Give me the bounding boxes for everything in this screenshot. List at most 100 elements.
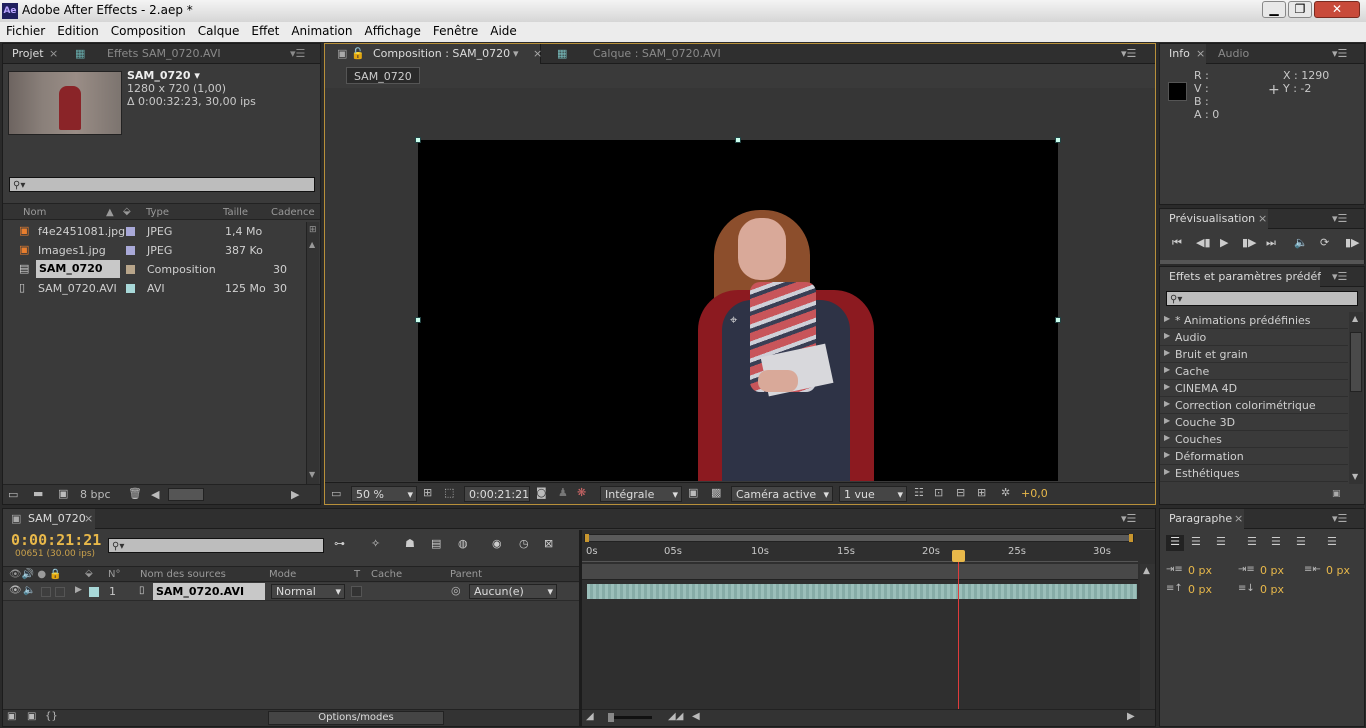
layer-name[interactable]: SAM_0720.AVI [153, 583, 265, 600]
transform-handle[interactable] [1055, 317, 1061, 323]
work-area-start[interactable] [585, 534, 589, 542]
new-comp-icon[interactable]: ▣ [58, 487, 68, 500]
visibility-icon[interactable]: 👁 [9, 585, 22, 596]
tab-timeline-comp[interactable]: SAM_0720 [28, 512, 86, 525]
col-taille[interactable]: Taille [223, 207, 248, 218]
frame-blending-icon[interactable]: ▤ [431, 537, 441, 550]
layer-switches-icon[interactable]: ▣ [7, 711, 16, 722]
scroll-right-icon[interactable]: ▶ [291, 488, 299, 501]
justify-center-icon[interactable]: ☰ [1271, 535, 1281, 548]
close-tab-icon[interactable]: × [533, 47, 542, 60]
lock-switch[interactable] [55, 587, 65, 597]
work-area-end[interactable] [1129, 534, 1133, 542]
project-search-input[interactable]: ⚲▾ [9, 177, 315, 192]
justify-right-icon[interactable]: ☰ [1296, 535, 1306, 548]
solo-switch[interactable] [41, 587, 51, 597]
snapshot-icon[interactable]: ◙ [536, 486, 547, 499]
col-source[interactable]: Nom des sources [140, 569, 226, 580]
tab-projet[interactable]: Projet [12, 47, 44, 60]
work-area-bar[interactable] [584, 534, 1134, 542]
list-item[interactable]: ▤ SAM_0720 Composition 30 [3, 260, 305, 279]
tab-calque[interactable]: Calque : SAM_0720.AVI [593, 47, 721, 60]
effects-scrollbar[interactable]: ▲ ▼ [1349, 312, 1363, 484]
close-tab-icon[interactable]: × [1234, 512, 1243, 525]
zoom-slider-thumb[interactable] [608, 713, 614, 722]
space-after-value[interactable]: 0 px [1260, 583, 1284, 596]
first-frame-icon[interactable]: ⏮ [1172, 236, 1182, 250]
audio-icon[interactable]: 🔈 [1294, 236, 1308, 249]
views-select[interactable]: 1 vue ▾ [839, 486, 907, 502]
scroll-down-icon[interactable]: ▼ [1352, 472, 1358, 481]
transfer-controls-icon[interactable]: ▣ [27, 711, 36, 722]
expand-icon[interactable]: ▶ [75, 585, 82, 595]
brainstorm-icon[interactable]: ◉ [492, 537, 502, 550]
channel-icon[interactable]: ❋ [577, 486, 586, 499]
fast-preview-icon[interactable]: ⊡ [934, 486, 943, 499]
panel-menu-icon[interactable]: ▾☰ [1121, 47, 1136, 60]
in-out-icon[interactable]: {} [45, 711, 58, 722]
graph-editor-icon[interactable]: ⊠ [544, 537, 553, 550]
close-tab-icon[interactable]: × [1196, 47, 1205, 60]
h-scroll-thumb[interactable] [168, 488, 204, 501]
transform-handle[interactable] [415, 137, 421, 143]
scroll-up-icon[interactable]: ▲ [1352, 314, 1358, 323]
tab-paragraphe[interactable]: Paragraphe [1169, 512, 1232, 525]
audio-icon[interactable]: 🔈 [23, 585, 35, 596]
layer-duration-bar[interactable] [587, 584, 1137, 599]
menu-animation[interactable]: Animation [285, 22, 358, 38]
new-preset-icon[interactable]: ▣ [1332, 489, 1341, 499]
transform-handle[interactable] [415, 317, 421, 323]
indent-first-value[interactable]: 0 px [1260, 564, 1284, 577]
project-scrollbar[interactable]: ⊞ ▲ ▼ [306, 222, 319, 484]
toggle-mask-icon[interactable]: ⬚ [444, 486, 454, 499]
list-item[interactable]: ▶ Couches [1160, 431, 1348, 448]
pick-whip-icon[interactable]: ◎ [451, 584, 461, 597]
exposure-value[interactable]: +0,0 [1021, 487, 1048, 500]
align-right-icon[interactable]: ☰ [1216, 535, 1226, 548]
loop-icon[interactable]: ⟳ [1320, 236, 1329, 249]
comp-dropdown-icon[interactable]: ▾ [513, 47, 519, 60]
panel-menu-icon[interactable]: ▾☰ [1332, 270, 1347, 283]
transform-handle[interactable] [1055, 137, 1061, 143]
space-before-value[interactable]: 0 px [1188, 583, 1212, 596]
current-time-display[interactable]: 0:00:21:21 [464, 486, 530, 502]
options-modes-toggle[interactable]: Options/modes [268, 711, 444, 725]
col-type[interactable]: Type [146, 207, 169, 218]
zoom-slider[interactable] [608, 716, 652, 719]
list-item[interactable]: ▶ Correction colorimétrique [1160, 397, 1348, 414]
current-time-indicator[interactable] [952, 550, 965, 726]
list-item[interactable]: ▶ Couche 3D [1160, 414, 1348, 431]
menu-affichage[interactable]: Affichage [359, 22, 427, 38]
menu-edition[interactable]: Edition [51, 22, 105, 38]
effects-search-input[interactable]: ⚲▾ [1166, 291, 1358, 306]
list-item[interactable]: ▶ Cache [1160, 363, 1348, 380]
list-item[interactable]: ▶ * Animations prédéfinies [1160, 312, 1348, 329]
bpc-label[interactable]: 8 bpc [80, 488, 111, 501]
panel-menu-icon[interactable]: ▾☰ [1121, 512, 1136, 525]
justify-left-icon[interactable]: ☰ [1247, 535, 1257, 548]
comp-canvas[interactable] [418, 140, 1058, 481]
comp-mini-flowchart-icon[interactable]: ⊶ [334, 537, 345, 550]
auto-keyframe-icon[interactable]: ◷ [519, 537, 529, 550]
timeline-timecode[interactable]: 0:00:21:21 [11, 531, 101, 549]
motion-blur-icon[interactable]: ◍ [458, 537, 468, 550]
new-folder-icon[interactable]: ▬ [33, 487, 43, 500]
tab-effets[interactable]: Effets SAM_0720.AVI [107, 47, 221, 60]
timeline-icon[interactable]: ⊟ [956, 486, 965, 499]
tab-info[interactable]: Info [1169, 47, 1190, 60]
flowchart-icon[interactable]: ⊞ [977, 486, 986, 499]
list-item[interactable]: ▶ Audio [1160, 329, 1348, 346]
timeline-v-scroll[interactable]: ▲ ▼ [1140, 564, 1155, 726]
lock-icon[interactable]: 🔓 [351, 47, 365, 60]
cache-checkbox[interactable] [351, 586, 362, 597]
scroll-left-icon[interactable]: ◀ [151, 488, 159, 501]
list-item[interactable]: ▶ Bruit et grain [1160, 346, 1348, 363]
close-button[interactable]: ✕ [1314, 1, 1360, 18]
show-snapshot-icon[interactable]: ♟ [558, 486, 568, 499]
menu-effet[interactable]: Effet [245, 22, 285, 38]
zoom-select[interactable]: 50 % ▾ [351, 486, 417, 502]
ram-preview-icon[interactable]: ▮▶ [1345, 236, 1360, 249]
maximize-button[interactable]: ❐ [1288, 1, 1312, 18]
justify-all-icon[interactable]: ☰ [1327, 535, 1337, 548]
flowchart-icon[interactable]: ⊞ [309, 225, 317, 235]
